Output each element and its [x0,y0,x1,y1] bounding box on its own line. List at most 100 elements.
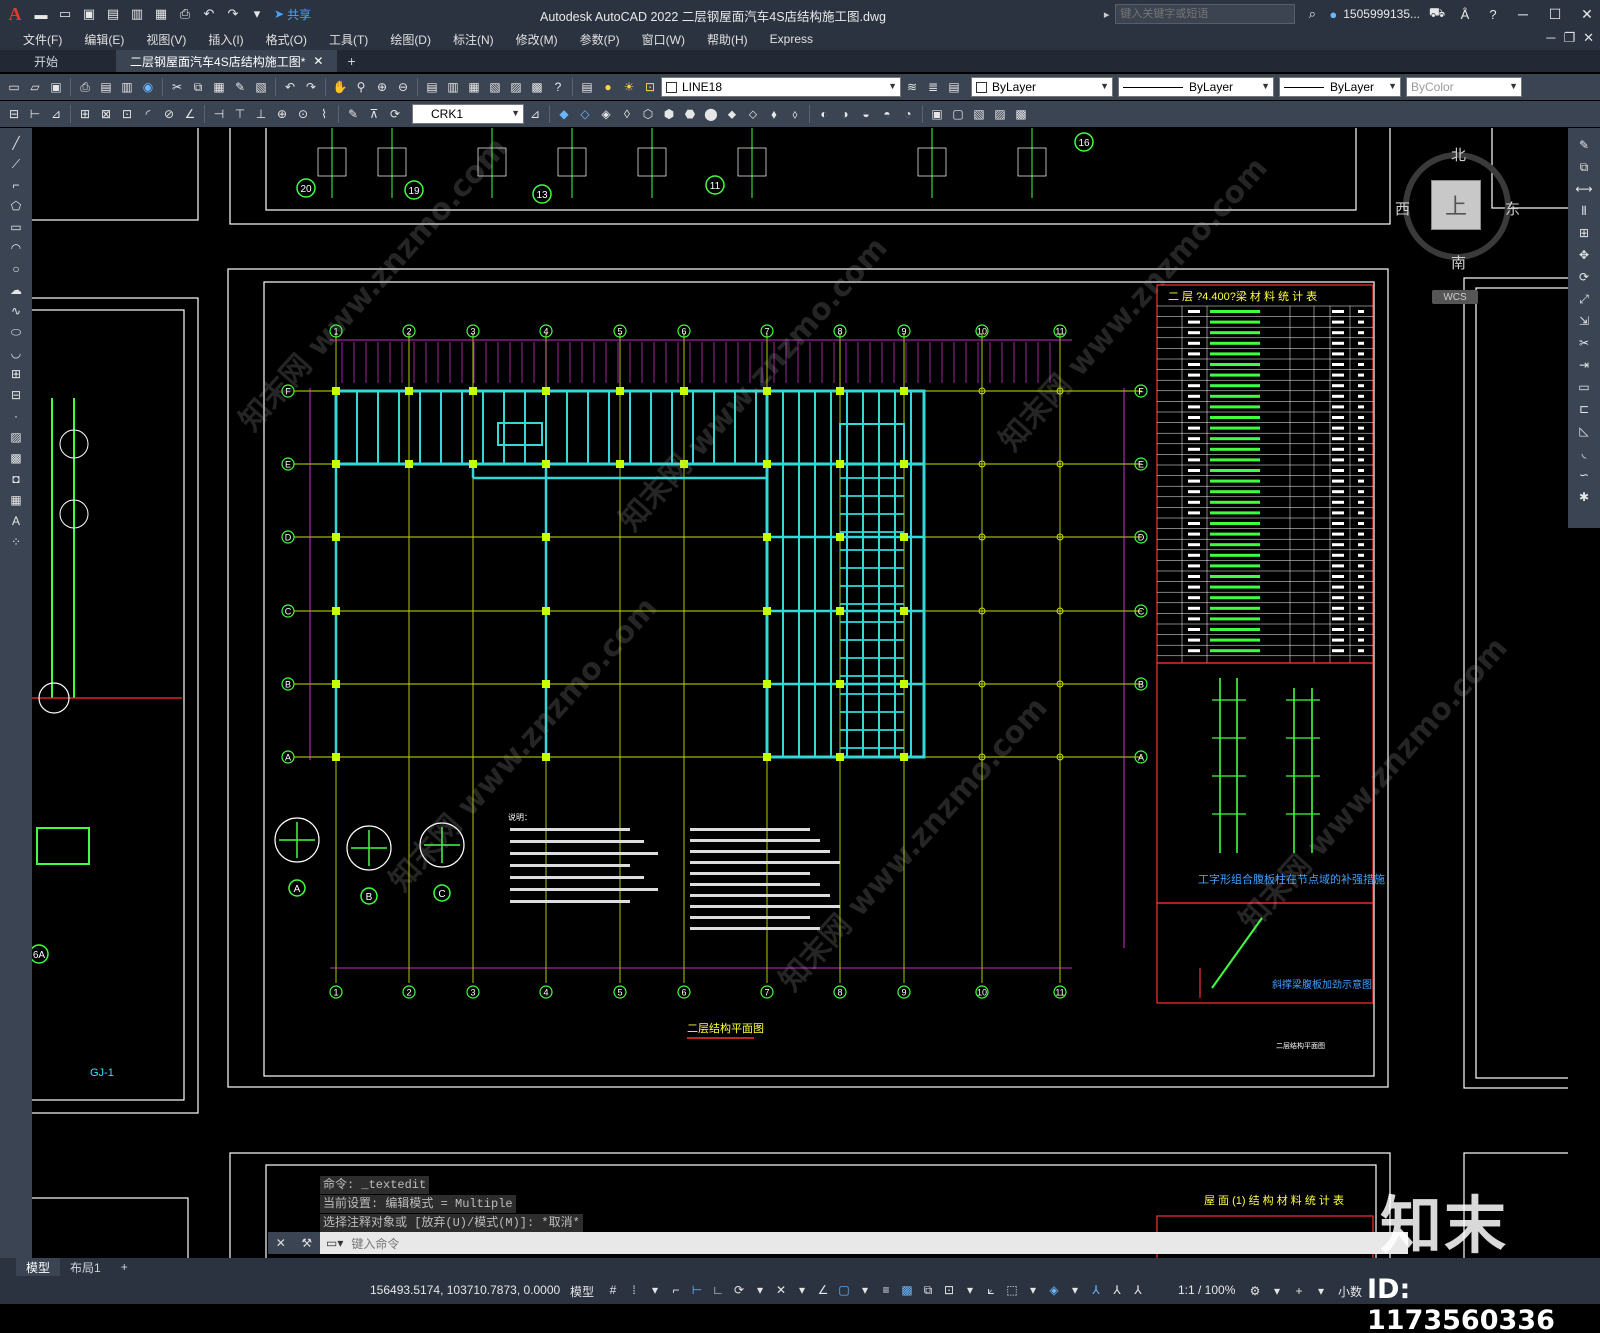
design-center-icon[interactable]: ▥ [443,77,463,97]
tab-drawing[interactable]: 二层钢屋面汽车4S店结构施工图* ✕ [116,50,338,72]
tolerance-icon[interactable]: ⊥ [251,104,271,124]
trim-icon[interactable]: ✂ [1572,334,1596,352]
preview-icon[interactable]: ▤ [96,77,116,97]
ucs-zaxis-icon[interactable]: ⬤ [701,104,721,124]
menu-parametric[interactable]: 参数(P) [569,31,631,48]
blend-icon[interactable]: ∽ [1572,466,1596,484]
camera-icon[interactable]: ◓ [877,104,897,124]
qnew-icon[interactable]: ▭ [4,77,24,97]
user-icon[interactable]: ● [1329,7,1337,22]
osnap-icon[interactable]: ▢ [835,1280,853,1300]
match-properties-icon[interactable]: ✎ [230,77,250,97]
baseline-icon[interactable]: ⊠ [96,104,116,124]
material-icon[interactable]: ◑ [835,104,855,124]
make-current-icon[interactable]: ≋ [902,77,922,97]
offset-icon[interactable]: ⫴ [1572,202,1596,220]
dynamic-input-icon[interactable]: ⊢ [688,1280,706,1300]
zoom-previous-icon[interactable]: ⊖ [393,77,413,97]
color-dropdown[interactable]: ByLayer ▼ [971,77,1113,97]
layer-lock-icon[interactable]: ⊡ [640,77,660,97]
radius-icon[interactable]: ◜ [138,104,158,124]
layer-states-icon[interactable]: ▤ [944,77,964,97]
tool-palettes-icon[interactable]: ▦ [464,77,484,97]
make-block-icon[interactable]: ⊟ [4,386,28,404]
grid-icon[interactable]: # [604,1280,622,1300]
layer-on-icon[interactable]: ● [598,77,618,97]
menu-file[interactable]: 文件(F) [12,31,73,48]
quick-dimension-icon[interactable]: ⊟ [4,104,24,124]
layer-thaw-icon[interactable]: ☀ [619,77,639,97]
customize-icon[interactable]: ⚒ [301,1236,312,1250]
copy-object-icon[interactable]: ⧉ [1572,158,1596,176]
dimbreak-icon[interactable]: ⊤ [230,104,250,124]
undo-icon[interactable]: ↶ [280,77,300,97]
viewcube-west[interactable]: 西 [1395,198,1410,219]
zoom-window-icon[interactable]: ⊕ [372,77,392,97]
customize-dropdown-icon[interactable]: ▾ [246,3,268,25]
undo-icon[interactable]: ↶ [198,3,220,25]
maximize-button[interactable]: ☐ [1542,0,1568,28]
menu-tools[interactable]: 工具(T) [318,31,379,48]
dropdown-icon[interactable]: ▾ [1024,1280,1042,1300]
scale-icon[interactable]: ▧ [969,104,989,124]
lock-icon[interactable]: ▨ [990,104,1010,124]
publish-icon[interactable]: ▥ [117,77,137,97]
region-icon[interactable]: ◘ [4,470,28,488]
save-icon[interactable]: ▣ [78,3,100,25]
dimupdate-icon[interactable]: ⟳ [385,104,405,124]
polar-icon[interactable]: ⟳ [730,1280,748,1300]
linear-dimension-icon[interactable]: ⊢ [25,104,45,124]
revcloud-icon[interactable]: ☁ [4,281,28,299]
3d-dwf-icon[interactable]: ◉ [138,77,158,97]
redo-icon[interactable]: ↷ [222,3,244,25]
open-icon[interactable]: ▱ [25,77,45,97]
minimize-button[interactable]: ─ [1510,0,1536,28]
polyline-icon[interactable]: ⌐ [4,176,28,194]
workspace-gear-icon[interactable]: ⚙ [1246,1281,1264,1301]
text-style-dropdown[interactable]: CRK1 ▼ [412,104,524,124]
menu-dimension[interactable]: 标注(N) [442,31,505,48]
mirror-icon[interactable]: ⟷ [1572,180,1596,198]
join-icon[interactable]: ⊏ [1572,400,1596,418]
menu-modify[interactable]: 修改(M) [505,31,569,48]
plotstyle-dropdown[interactable]: ByColor ▼ [1406,77,1522,97]
rotate-icon[interactable]: ⟳ [1572,268,1596,286]
menu-format[interactable]: 格式(O) [255,31,318,48]
model-space-toggle[interactable]: 模型 [570,1283,594,1300]
calculator-icon[interactable]: ▩ [527,77,547,97]
ucs-icon[interactable]: ◆ [554,104,574,124]
rectangle-icon[interactable]: ▭ [4,218,28,236]
close-button[interactable]: ✕ [1574,0,1600,28]
menu-window[interactable]: 窗口(W) [631,31,696,48]
command-line[interactable]: ✕ ⚒ ▭▾ 键入命令 [268,1232,1408,1254]
units-readout[interactable]: 小数 [1338,1283,1362,1300]
search-input[interactable] [1115,4,1296,24]
diameter-icon[interactable]: ⊘ [159,104,179,124]
ucs-origin-icon[interactable]: ⬣ [680,104,700,124]
mtext-icon[interactable]: A [4,512,28,530]
dimedit-icon[interactable]: ✎ [343,104,363,124]
ellipse-icon[interactable]: ⬭ [4,323,28,341]
dynamic-ucs-icon[interactable]: ⟀ [982,1280,1000,1300]
maximize-viewport-icon[interactable]: ▩ [1011,104,1031,124]
polygon-icon[interactable]: ⬠ [4,197,28,215]
share-button[interactable]: ➤ 共享 [274,6,311,23]
plus-icon[interactable]: + [1290,1281,1308,1301]
ellipse-arc-icon[interactable]: ◡ [4,344,28,362]
clip-icon[interactable]: ▢ [948,104,968,124]
dimstyle-icon[interactable]: ⊿ [525,104,545,124]
ucs-object-icon[interactable]: ⬡ [638,104,658,124]
inspect-icon[interactable]: ⊙ [293,104,313,124]
ucs-previous-icon[interactable]: ◈ [596,104,616,124]
print-icon[interactable]: ⎙ [174,3,196,25]
help-icon[interactable]: ? [548,77,568,97]
center-mark-icon[interactable]: ⊕ [272,104,292,124]
selection-filter-icon[interactable]: ⬚ [1003,1280,1021,1300]
save-web-icon[interactable]: ▦ [150,3,172,25]
cut-icon[interactable]: ✂ [167,77,187,97]
array-icon[interactable]: ⊞ [1572,224,1596,242]
ucs-y-icon[interactable]: ⬧ [764,104,784,124]
point-icon[interactable]: · [4,407,28,425]
layer-previous-icon[interactable]: ≣ [923,77,943,97]
stretch-icon[interactable]: ⇲ [1572,312,1596,330]
